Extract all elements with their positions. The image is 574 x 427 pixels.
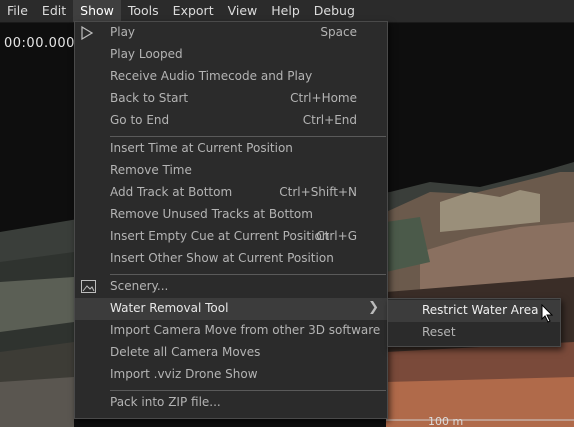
menu-file[interactable]: File (0, 0, 35, 22)
menu-edit[interactable]: Edit (35, 0, 73, 22)
menu-separator (110, 136, 386, 137)
menu-item-delete-camera-moves[interactable]: Delete all Camera Moves (75, 342, 387, 364)
menu-separator (110, 390, 386, 391)
menu-item-receive-audio-timecode[interactable]: Receive Audio Timecode and Play (75, 66, 387, 88)
image-icon (81, 280, 96, 296)
menu-item-label: Pack into ZIP file... (110, 395, 221, 409)
menu-help[interactable]: Help (264, 0, 307, 22)
timecode-display: 00:00.000 (4, 36, 75, 51)
menu-item-label: Insert Empty Cue at Current Position (110, 229, 330, 243)
menu-item-back-to-start[interactable]: Back to Start Ctrl+Home (75, 88, 387, 110)
menu-item-label: Play Looped (110, 47, 183, 61)
water-removal-submenu: Restrict Water Area Reset (387, 298, 561, 347)
menu-item-scenery[interactable]: Scenery... (75, 276, 387, 298)
menu-item-label: Play (110, 25, 136, 39)
menu-bar: File Edit Show Tools Export View Help De… (0, 0, 574, 23)
menu-item-shortcut: Ctrl+G (316, 229, 357, 243)
menu-show[interactable]: Show (73, 0, 121, 22)
chevron-right-icon: ❯ (368, 300, 379, 315)
menu-item-label: Import .vviz Drone Show (110, 367, 258, 381)
menu-item-import-vviz[interactable]: Import .vviz Drone Show (75, 364, 387, 386)
menu-item-import-camera-move[interactable]: Import Camera Move from other 3D softwar… (75, 320, 387, 342)
menu-item-label: Water Removal Tool (110, 301, 229, 315)
menu-item-insert-other-show[interactable]: Insert Other Show at Current Position (75, 248, 387, 270)
submenu-item-restrict-water-area[interactable]: Restrict Water Area (388, 300, 560, 322)
menu-item-label: Insert Other Show at Current Position (110, 251, 334, 265)
menu-item-label: Receive Audio Timecode and Play (110, 69, 313, 83)
scale-label: 100 m (428, 415, 464, 427)
menu-item-label: Back to Start (110, 91, 189, 105)
menu-item-label: Add Track at Bottom (110, 185, 233, 199)
menu-item-label: Go to End (110, 113, 170, 127)
menu-item-shortcut: Space (320, 25, 357, 39)
mouse-cursor-icon (541, 303, 555, 327)
menu-export[interactable]: Export (166, 0, 221, 22)
menu-separator (110, 274, 386, 275)
menu-item-shortcut: Ctrl+End (302, 113, 357, 127)
menu-item-label: Delete all Camera Moves (110, 345, 261, 359)
menu-item-insert-time[interactable]: Insert Time at Current Position (75, 138, 387, 160)
menu-item-play[interactable]: Play Space (75, 22, 387, 44)
menu-item-play-looped[interactable]: Play Looped (75, 44, 387, 66)
menu-view[interactable]: View (221, 0, 265, 22)
menu-item-go-to-end[interactable]: Go to End Ctrl+End (75, 110, 387, 132)
menu-item-label: Insert Time at Current Position (110, 141, 293, 155)
play-icon (81, 25, 94, 43)
menu-item-remove-unused-tracks[interactable]: Remove Unused Tracks at Bottom (75, 204, 387, 226)
menu-item-shortcut: Ctrl+Home (290, 91, 357, 105)
menu-item-add-track[interactable]: Add Track at Bottom Ctrl+Shift+N (75, 182, 387, 204)
menu-item-pack-zip[interactable]: Pack into ZIP file... (75, 392, 387, 414)
menu-item-label: Remove Unused Tracks at Bottom (110, 207, 313, 221)
menu-item-label: Scenery... (110, 279, 169, 293)
menu-item-label: Import Camera Move from other 3D softwar… (110, 323, 381, 337)
menu-item-remove-time[interactable]: Remove Time (75, 160, 387, 182)
menu-tools[interactable]: Tools (121, 0, 166, 22)
submenu-item-reset[interactable]: Reset (388, 322, 560, 344)
submenu-item-label: Restrict Water Area (422, 303, 539, 317)
menu-item-label: Remove Time (110, 163, 192, 177)
menu-item-shortcut: Ctrl+Shift+N (279, 185, 357, 199)
submenu-item-label: Reset (422, 325, 456, 339)
menu-debug[interactable]: Debug (307, 0, 362, 22)
menu-item-insert-empty-cue[interactable]: Insert Empty Cue at Current Position Ctr… (75, 226, 387, 248)
show-menu-dropdown: Play Space Play Looped Receive Audio Tim… (74, 21, 388, 419)
menu-item-water-removal-tool[interactable]: Water Removal Tool ❯ (75, 298, 387, 320)
